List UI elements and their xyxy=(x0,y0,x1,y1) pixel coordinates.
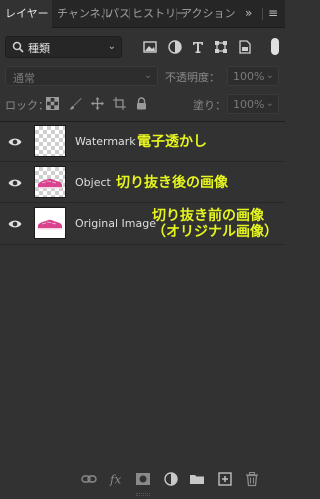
blend-mode-select[interactable]: 通常 ⌄ xyxy=(5,66,158,86)
tab-paths[interactable]: パス xyxy=(108,0,130,28)
svg-text:fx: fx xyxy=(109,473,121,487)
lock-label: ロック： xyxy=(5,99,49,112)
layer-thumbnail-transparent xyxy=(34,125,66,157)
annotation-label: 切り抜き前の画像 （オリジナル画像） xyxy=(152,208,278,240)
tab-layers[interactable]: レイヤー xyxy=(0,0,52,29)
layers-bottom-toolbar: fx xyxy=(0,466,285,493)
tab-history[interactable]: ヒストリー xyxy=(132,0,187,28)
adjustment-filter-icon[interactable] xyxy=(167,39,183,55)
filter-kind-label: 種類 xyxy=(28,42,50,55)
shoe-image xyxy=(38,178,62,189)
annotation-line: 切り抜き前の画像 xyxy=(152,208,264,224)
lock-transparent-icon[interactable] xyxy=(46,97,59,110)
tab-separator xyxy=(129,8,130,20)
annotation-label: 電子透かし xyxy=(137,134,207,150)
layer-row-watermark[interactable]: Watermark 電子透かし xyxy=(0,122,285,162)
opacity-value: 100% xyxy=(233,70,265,83)
filter-kind-select[interactable]: 種類 ⌄ xyxy=(5,36,122,58)
fill-field[interactable]: 100% ⌄ xyxy=(227,94,279,114)
blend-row: 通常 ⌄ 不透明度： 100% ⌄ xyxy=(0,66,285,86)
tab-history-label: ヒストリー xyxy=(132,7,187,20)
layer-mask-icon[interactable] xyxy=(135,471,151,487)
group-folder-icon[interactable] xyxy=(189,471,205,487)
image-filter-icon[interactable] xyxy=(142,39,158,55)
lock-all-icon[interactable] xyxy=(135,97,148,110)
layer-name[interactable]: Original Image xyxy=(75,217,156,230)
tab-actions-label: アクション xyxy=(181,7,236,20)
tab-separator xyxy=(262,8,263,20)
fill-value: 100% xyxy=(233,98,265,111)
adjustment-layer-icon[interactable] xyxy=(163,471,179,487)
annotation-line: 電子透かし xyxy=(137,134,207,150)
layer-row-original-image[interactable]: Original Image 切り抜き前の画像 （オリジナル画像） xyxy=(0,204,285,245)
fill-label: 塗り： xyxy=(193,99,226,112)
chevron-down-icon: ⌄ xyxy=(143,70,152,81)
panel-tab-bar: レイヤー チャンネル パス ヒストリー アクション » ≡ xyxy=(0,0,285,29)
fx-icon[interactable]: fx xyxy=(109,471,125,487)
shoe-image xyxy=(38,219,62,230)
shape-filter-icon[interactable] xyxy=(213,39,229,55)
annotation-line: 切り抜き後の画像 xyxy=(116,175,228,191)
layer-filter-row: 種類 ⌄ xyxy=(0,36,285,58)
layer-thumbnail-original xyxy=(34,207,66,239)
tab-overflow-icon[interactable]: » xyxy=(245,0,252,28)
eye-visibility-icon[interactable] xyxy=(8,136,22,148)
annotation-label: 切り抜き後の画像 xyxy=(116,175,228,191)
tab-separator xyxy=(103,8,104,20)
tab-layers-label: レイヤー xyxy=(5,7,49,20)
chevron-down-icon: ⌄ xyxy=(265,70,274,81)
panel-resize-grip[interactable] xyxy=(136,493,150,496)
lock-image-icon[interactable] xyxy=(69,97,82,110)
lock-position-icon[interactable] xyxy=(91,97,104,110)
search-icon xyxy=(12,41,24,53)
eye-visibility-icon[interactable] xyxy=(8,177,22,189)
opacity-field[interactable]: 100% ⌄ xyxy=(227,66,279,86)
lock-row: ロック： 塗り： 100% ⌄ xyxy=(0,94,285,114)
link-layers-icon[interactable] xyxy=(81,471,97,487)
opacity-label: 不透明度： xyxy=(165,71,220,84)
lock-artboard-icon[interactable] xyxy=(113,97,126,110)
trash-icon[interactable] xyxy=(244,471,260,487)
tab-separator xyxy=(176,8,177,20)
layer-thumbnail-object xyxy=(34,166,66,198)
filter-toggle-switch[interactable] xyxy=(271,38,279,55)
chevron-down-icon: ⌄ xyxy=(265,98,274,109)
eye-visibility-icon[interactable] xyxy=(8,218,22,230)
layer-name[interactable]: Watermark xyxy=(75,135,136,148)
panel-menu-icon[interactable]: ≡ xyxy=(268,0,278,28)
tab-actions[interactable]: アクション xyxy=(181,0,235,28)
type-filter-icon[interactable] xyxy=(190,39,206,55)
annotation-line: （オリジナル画像） xyxy=(152,224,278,240)
tab-paths-label: パス xyxy=(108,7,130,20)
new-layer-icon[interactable] xyxy=(217,471,233,487)
chevron-down-icon: ⌄ xyxy=(107,41,116,52)
layer-row-object[interactable]: Object 切り抜き後の画像 xyxy=(0,163,285,203)
blend-mode-value: 通常 xyxy=(13,72,35,85)
layer-name[interactable]: Object xyxy=(75,176,111,189)
smart-object-filter-icon[interactable] xyxy=(237,39,253,55)
